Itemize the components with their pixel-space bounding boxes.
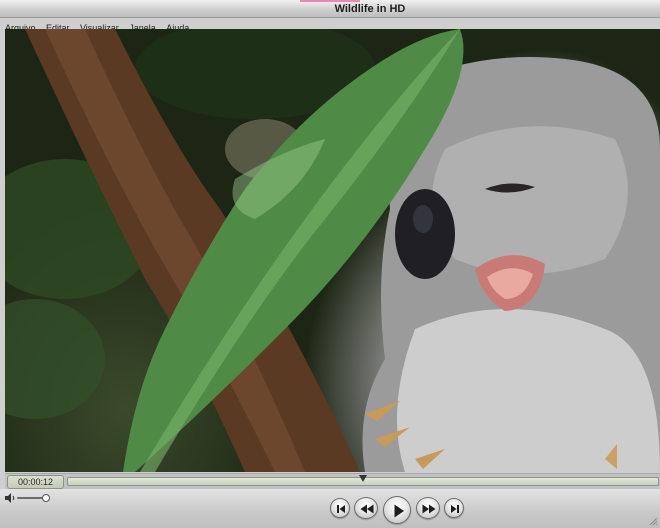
rewind-button[interactable] — [354, 497, 378, 519]
playhead[interactable] — [359, 475, 367, 482]
volume-slider[interactable] — [17, 494, 51, 502]
time-display: 00:00:12 — [7, 475, 64, 489]
resize-grip-icon[interactable] — [648, 516, 658, 526]
title-bar[interactable]: Wildlife in HD — [0, 0, 660, 18]
scrub-track[interactable] — [67, 475, 659, 486]
video-frame-art — [5, 29, 660, 472]
rewind-icon — [360, 504, 374, 514]
skip-to-end-button[interactable] — [444, 498, 464, 518]
skip-forward-icon — [451, 505, 459, 513]
fast-forward-button[interactable] — [416, 497, 440, 519]
window-title: Wildlife in HD — [334, 3, 406, 15]
play-button[interactable] — [383, 496, 411, 524]
controls-bar — [0, 489, 660, 528]
skip-to-start-button[interactable] — [330, 498, 350, 518]
volume-icon[interactable] — [4, 493, 16, 503]
play-icon — [394, 504, 404, 518]
skip-back-icon — [337, 505, 345, 513]
video-frame[interactable] — [5, 29, 660, 472]
timeline-bar: 00:00:12 — [5, 473, 660, 489]
player-window: Wildlife in HD Arquivo Editar Visualizar… — [0, 0, 660, 528]
volume-knob[interactable] — [42, 494, 51, 502]
fast-forward-icon — [422, 504, 436, 514]
title-accent — [300, 0, 360, 2]
